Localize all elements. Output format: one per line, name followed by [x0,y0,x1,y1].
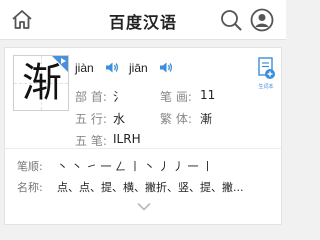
pinyin-2: jiān [129,61,148,75]
stroke-order-label: 笔顺: [17,160,43,173]
top-bar: 百度汉语 [0,0,286,40]
wubi-value: ILRH [113,132,141,146]
character-card: 渐 jiàn jiān 生词本 部 首: 氵 笔 画: 11 五 行: 水 繁 … [4,47,282,225]
user-icon[interactable] [250,8,274,32]
strokes-label: 笔 画: [160,90,192,104]
wuxing-label: 五 行: [75,112,107,126]
play-icon [61,58,66,64]
radical-value: 氵 [113,90,126,104]
page-title: 百度汉语 [108,13,177,32]
strokes-value: 11 [200,88,216,102]
speaker-icon[interactable] [159,61,173,74]
wubi-label: 五 笔: [75,134,107,148]
wordbook-label: 生词本 [258,84,274,90]
search-icon[interactable] [220,9,242,31]
traditional-value[interactable]: 漸 [200,110,212,127]
stroke-names-value: 点、点、提、横、撇折、竖、提、撇... [57,181,244,194]
radical-label: 部 首: [75,90,107,104]
speaker-icon[interactable] [105,61,119,74]
character-box[interactable]: 渐 [13,55,69,111]
chevron-down-icon[interactable] [137,202,151,212]
add-to-wordbook-icon[interactable] [256,56,276,82]
divider [5,148,281,149]
traditional-label: 繁 体: [160,112,192,126]
pinyin-1: jiàn [75,61,94,75]
stroke-names-label: 名称: [17,181,43,194]
wuxing-value: 水 [113,112,126,126]
stroke-order-value: 丶 丶 ㇀ 一 ㄥ 丨 丶 丿 丿 一 丨 [57,160,213,173]
